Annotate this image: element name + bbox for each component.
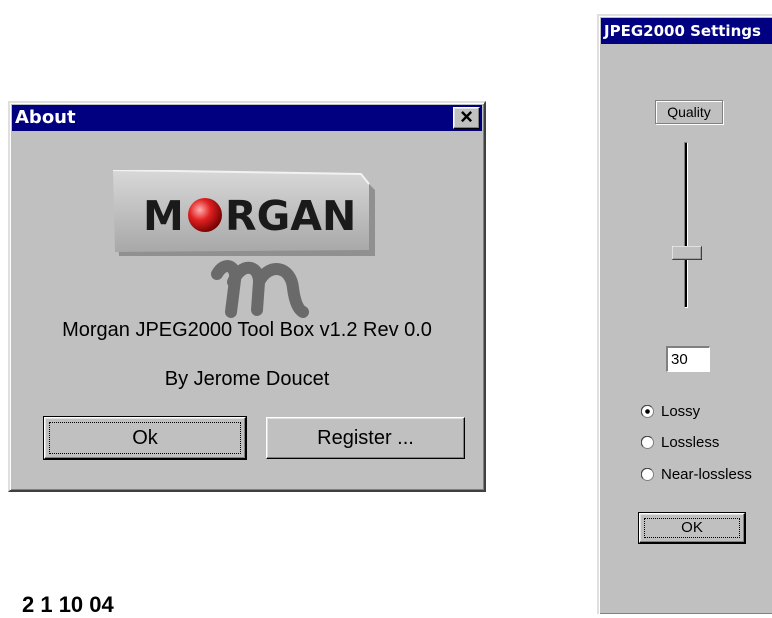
focus-ring <box>49 422 241 454</box>
slider-thumb-icon[interactable] <box>672 246 702 260</box>
about-titlebar[interactable]: About <box>12 105 482 131</box>
quality-slider-track[interactable] <box>684 142 688 308</box>
settings-titlebar[interactable]: JPEG2000 Settings <box>601 18 772 44</box>
svg-text:RGAN: RGAN <box>225 192 356 240</box>
about-dialog: About × M RGAN Morgan JPEG2000 Tool Box … <box>8 101 486 492</box>
register-button[interactable]: Register ... <box>266 417 465 459</box>
focus-ring <box>644 518 740 538</box>
radio-selected-icon <box>641 405 654 418</box>
register-button-label: Register ... <box>317 427 414 449</box>
author-text: By Jerome Doucet <box>164 368 330 390</box>
about-title: About <box>15 107 76 128</box>
quality-value-input[interactable] <box>666 346 710 372</box>
settings-panel: JPEG2000 Settings Quality Lossy Lossless… <box>597 14 772 614</box>
settings-ok-button[interactable]: OK <box>638 512 746 544</box>
radio-option-lossy[interactable]: Lossy <box>641 401 772 423</box>
radio-option-near-lossless[interactable]: Near-lossless <box>641 464 772 486</box>
radio-label: Lossy <box>661 403 701 420</box>
product-version-text: Morgan JPEG2000 Tool Box v1.2 Rev 0.0 <box>62 319 432 341</box>
close-icon: × <box>460 104 473 129</box>
morgan-logo-icon: M RGAN <box>113 170 375 318</box>
radio-label: Near-lossless <box>661 466 752 483</box>
radio-label: Lossless <box>661 434 720 451</box>
ok-button[interactable]: Ok <box>43 416 247 460</box>
radio-option-lossless[interactable]: Lossless <box>641 432 772 454</box>
radio-unselected-icon <box>641 436 654 449</box>
radio-unselected-icon <box>641 468 654 481</box>
quality-label: Quality <box>655 100 723 124</box>
settings-title: JPEG2000 Settings <box>604 22 761 40</box>
date-caption: 2 1 10 04 <box>22 592 114 617</box>
close-button[interactable]: × <box>453 104 480 129</box>
svg-text:M: M <box>143 192 184 240</box>
